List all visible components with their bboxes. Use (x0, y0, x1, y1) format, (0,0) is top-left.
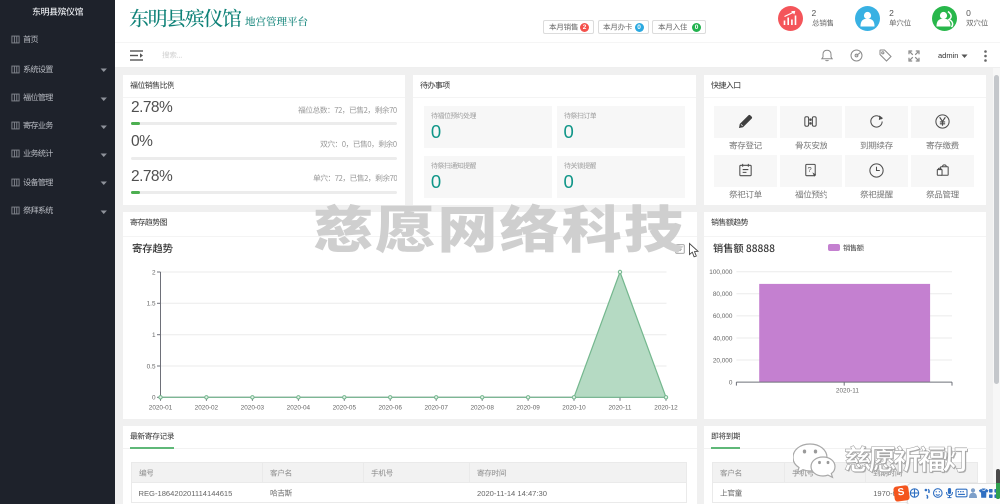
svg-text:0: 0 (729, 379, 733, 386)
svg-text:100,000: 100,000 (709, 269, 733, 276)
svg-text:2020-03: 2020-03 (241, 404, 265, 411)
svg-text:0: 0 (152, 395, 156, 402)
svg-text:2020-02: 2020-02 (195, 404, 219, 411)
svg-text:60,000: 60,000 (713, 313, 733, 320)
svg-text:2020-10: 2020-10 (562, 404, 586, 411)
svg-text:2020-04: 2020-04 (287, 404, 311, 411)
svg-text:2020-08: 2020-08 (470, 404, 494, 411)
svg-text:20,000: 20,000 (713, 357, 733, 364)
svg-text:80,000: 80,000 (713, 291, 733, 298)
svg-text:2020-07: 2020-07 (424, 404, 448, 411)
svg-text:2: 2 (152, 269, 156, 276)
svg-text:2020-09: 2020-09 (516, 404, 540, 411)
svg-text:?: ? (808, 165, 812, 174)
svg-text:40,000: 40,000 (713, 335, 733, 342)
svg-text:1.5: 1.5 (147, 301, 156, 308)
svg-text:2020-05: 2020-05 (333, 404, 357, 411)
svg-text:2020-06: 2020-06 (378, 404, 402, 411)
svg-text:0.5: 0.5 (147, 363, 156, 370)
svg-text:1: 1 (152, 332, 156, 339)
svg-text:2020-12: 2020-12 (654, 404, 678, 411)
svg-text:2020-01: 2020-01 (149, 404, 173, 411)
svg-text:2020-11: 2020-11 (609, 404, 632, 411)
svg-text:2020-11: 2020-11 (836, 388, 859, 395)
